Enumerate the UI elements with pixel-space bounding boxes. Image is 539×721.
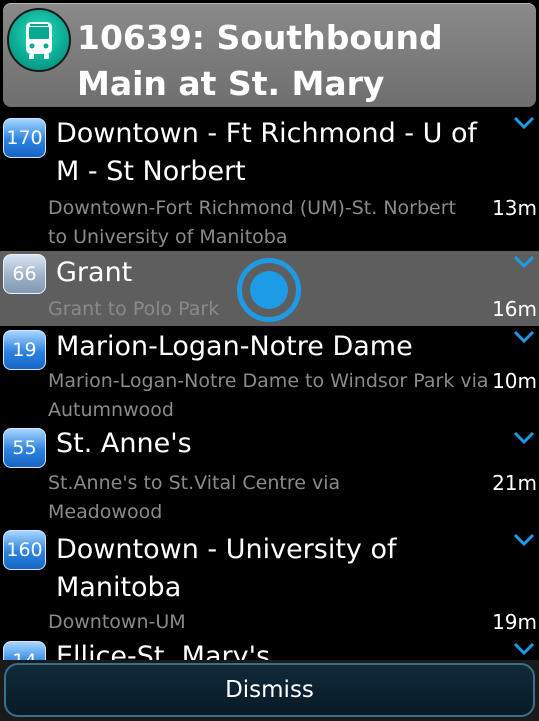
route-description: Marion-Logan-Notre Dame to Windsor Park … [48, 370, 489, 421]
page-title: 10639: Southbound Main at St. Mary [77, 18, 443, 103]
route-number-badge: 170 [3, 118, 46, 158]
eta-label: 19m [492, 610, 537, 634]
route-description: St.Anne's to St.Vital Centre via Meadowo… [48, 472, 341, 523]
bus-icon [7, 8, 71, 72]
eta-label: 13m [492, 196, 537, 220]
route-number-badge: 14 [3, 641, 46, 660]
touch-dot [250, 271, 288, 309]
chevron-down-icon[interactable] [513, 255, 535, 269]
chevron-down-icon[interactable] [513, 431, 535, 445]
route-number-badge: 19 [3, 330, 46, 370]
route-name: Ellice-St. Mary's [56, 641, 271, 660]
route-name: Marion-Logan-Notre Dame [56, 331, 413, 362]
eta-label: 21m [492, 471, 537, 495]
route-description: Downtown-Fort Richmond (UM)-St. Norbert … [48, 197, 456, 248]
eta-label: 10m [492, 369, 537, 393]
route-name: Downtown - University of Manitoba [56, 534, 397, 603]
list-item[interactable]: 170 Downtown - Ft Richmond - U of M - St… [0, 110, 539, 250]
chevron-down-icon[interactable] [513, 642, 535, 656]
chevron-down-icon[interactable] [513, 116, 535, 130]
dismiss-button[interactable]: Dismiss [4, 663, 535, 717]
chevron-down-icon[interactable] [513, 330, 535, 344]
eta-label: 16m [492, 297, 537, 321]
touch-indicator [237, 258, 301, 322]
route-description: Grant to Polo Park [48, 298, 220, 320]
route-list[interactable]: 170 Downtown - Ft Richmond - U of M - St… [0, 110, 539, 660]
list-item[interactable]: 14 Ellice-St. Mary's [0, 637, 539, 660]
route-name: Grant [56, 257, 133, 288]
route-name: Downtown - Ft Richmond - U of M - St Nor… [56, 118, 477, 187]
route-description: Downtown-UM [48, 611, 186, 633]
footer-bar: Dismiss [0, 660, 539, 721]
route-name: St. Anne's [56, 428, 192, 459]
list-item[interactable]: 160 Downtown - University of Manitoba Do… [0, 525, 539, 635]
chevron-down-icon[interactable] [513, 533, 535, 547]
list-item[interactable]: 55 St. Anne's St.Anne's to St.Vital Cent… [0, 424, 539, 524]
route-number-badge: 160 [3, 530, 46, 570]
route-number-badge: 66 [3, 254, 46, 294]
list-item[interactable]: 19 Marion-Logan-Notre Dame Marion-Logan-… [0, 327, 539, 423]
route-number-badge: 55 [3, 428, 46, 468]
stop-header: 10639: Southbound Main at St. Mary [3, 3, 536, 107]
